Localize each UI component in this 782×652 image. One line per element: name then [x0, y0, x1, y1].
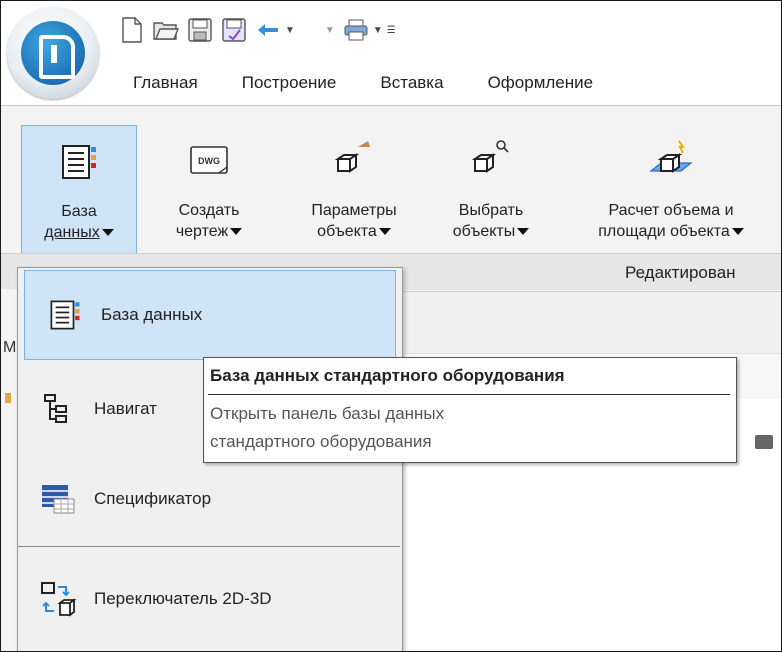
save-icon[interactable] [187, 17, 213, 43]
dwg-file-icon: DWG [190, 146, 228, 174]
chevron-down-icon [731, 228, 744, 236]
menu-item-label: Переключатель 2D-3D [94, 589, 272, 608]
folder-icon[interactable] [755, 435, 773, 449]
customize-qat-icon[interactable]: ☰ [387, 25, 396, 36]
select-objects-icon [471, 140, 509, 173]
left-panel-letter: М [3, 339, 17, 356]
tab-home[interactable]: Главная [133, 73, 198, 93]
chevron-down-icon [378, 228, 391, 236]
svg-text:DWG: DWG [198, 156, 220, 166]
undo-dropdown-icon[interactable]: ▼ [285, 25, 295, 36]
database-icon [62, 145, 96, 179]
menu-divider [18, 546, 400, 547]
menu-item-label: База данных [101, 305, 203, 324]
database-button[interactable]: База данных [21, 125, 137, 265]
tree-navigator-icon [38, 389, 78, 429]
switch-2d-3d-icon [38, 579, 78, 619]
save-as-icon[interactable] [221, 17, 247, 43]
database-icon [45, 295, 85, 335]
menu-item-specifier[interactable]: Спецификатор [18, 460, 400, 538]
tooltip-divider [208, 394, 730, 395]
menu-item-label: Навигат [94, 399, 157, 418]
ribbon-tabs: Главная Построение Вставка Оформление [133, 73, 637, 93]
left-panel-marker [5, 393, 11, 403]
tooltip-description: Открыть панель базы данных стандартного … [210, 404, 445, 451]
chevron-down-icon [517, 228, 530, 236]
application-menu-button[interactable] [7, 7, 99, 99]
object-parameters-button[interactable]: Параметры объекта [287, 125, 421, 263]
tooltip-title: База данных стандартного оборудования [210, 366, 565, 385]
print-icon[interactable] [343, 17, 369, 43]
tab-insert[interactable]: Вставка [380, 73, 443, 93]
volume-area-calc-button[interactable]: Расчет объема и площади объекта [561, 125, 781, 263]
tab-construction[interactable]: Построение [242, 73, 337, 93]
spreadsheet-icon [38, 479, 78, 519]
chevron-down-icon [101, 229, 114, 237]
create-drawing-button[interactable]: DWG Создать чертеж [151, 125, 267, 263]
object-parameters-icon [334, 141, 370, 173]
menu-item-label: Спецификатор [94, 489, 212, 508]
app-logo-icon [21, 21, 85, 85]
undo-icon[interactable] [255, 17, 281, 43]
menu-item-2d-3d-switch[interactable]: Переключатель 2D-3D [18, 560, 400, 638]
select-objects-button[interactable]: Выбрать объекты [431, 125, 551, 263]
print-dropdown-icon[interactable]: ▼ [373, 25, 383, 36]
chevron-down-icon [230, 228, 243, 236]
ribbon-group-label: Редактирован [625, 263, 736, 282]
open-folder-icon[interactable] [153, 17, 179, 43]
menu-item-database[interactable]: База данных [24, 270, 396, 360]
app-window: ▼ ▼ ▼ ☰ Главная Построение Вставка Оформ… [0, 0, 782, 652]
quick-access-toolbar: ▼ ▼ ▼ ☰ [119, 15, 396, 45]
tab-design[interactable]: Оформление [488, 73, 594, 93]
volume-calc-icon [649, 140, 693, 173]
tooltip: База данных стандартного оборудования От… [203, 357, 737, 463]
new-file-icon[interactable] [119, 17, 145, 43]
redo-dropdown-icon: ▼ [324, 24, 335, 36]
